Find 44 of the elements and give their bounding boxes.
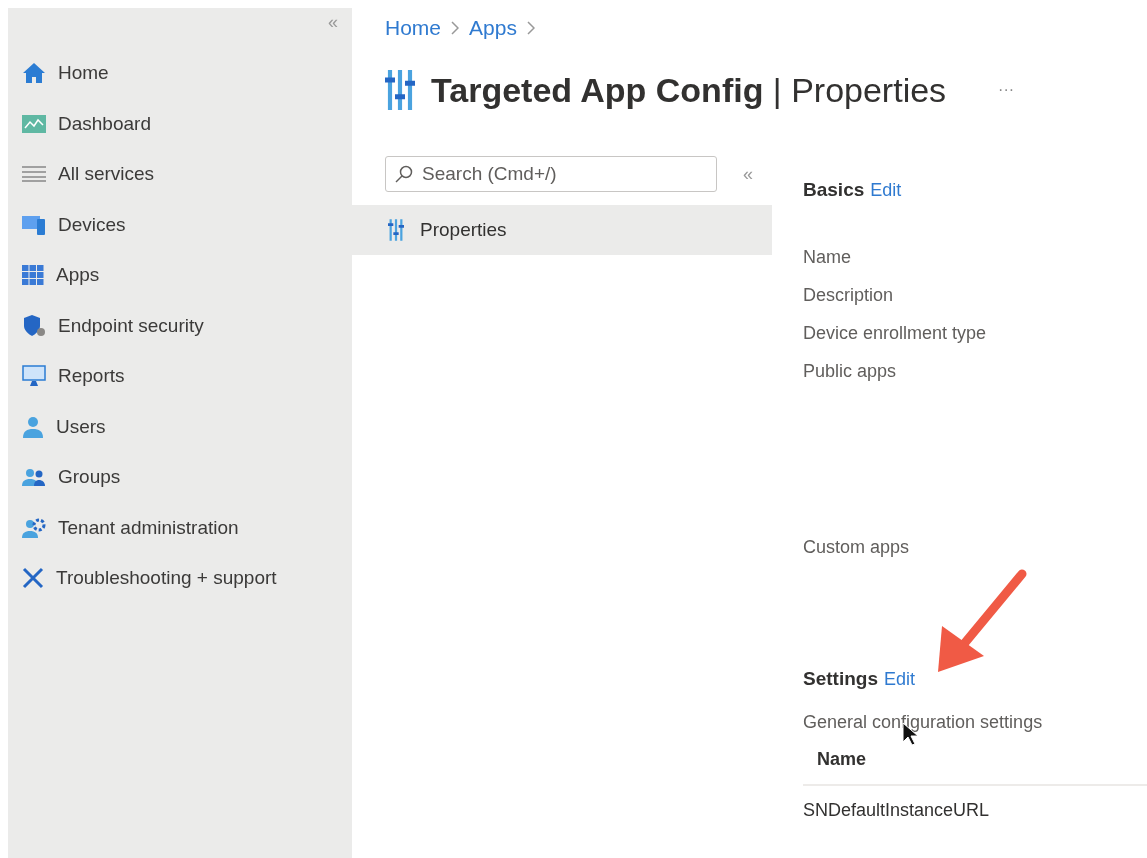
home-icon — [22, 62, 46, 85]
menu-item[interactable]: Properties — [352, 205, 772, 255]
apps-grid-icon — [22, 265, 44, 286]
devices-icon — [22, 214, 46, 235]
section-heading: Basics — [803, 179, 865, 201]
field-label: Custom apps — [803, 537, 911, 558]
group-icon — [22, 467, 46, 488]
page-title: Targeted App Config | Properties — [431, 70, 947, 110]
search-icon — [395, 165, 413, 183]
field-label: Device enrollment type — [803, 323, 988, 345]
sidebar-item[interactable]: Dashboard — [22, 98, 151, 149]
sidebar-item[interactable]: Groups — [22, 452, 121, 503]
monitor-icon — [22, 365, 46, 388]
sidebar-item[interactable]: All services — [22, 149, 155, 200]
sliders-icon — [385, 70, 415, 110]
gear-person-icon — [22, 516, 46, 539]
search-field[interactable]: Search (Cmd+/) — [385, 156, 717, 192]
field-label: Public apps — [803, 361, 898, 383]
sidebar-item[interactable]: Home — [22, 48, 109, 99]
more-button[interactable]: ··· — [992, 80, 1021, 100]
edit-link[interactable]: Edit — [883, 669, 915, 690]
sidebar-item[interactable]: Endpoint security — [22, 300, 204, 351]
sidebar-item[interactable]: Devices — [22, 199, 126, 250]
sliders-icon — [388, 219, 404, 241]
list-icon — [22, 166, 46, 183]
chevron-icon — [451, 21, 460, 35]
subheading: General configuration settings — [803, 712, 1044, 733]
breadcrumb-link[interactable]: Apps — [469, 16, 517, 40]
sidebar-item[interactable]: Apps — [22, 250, 100, 301]
breadcrumb-link[interactable]: Home — [385, 16, 442, 40]
shield-icon — [22, 314, 46, 337]
sidebar-item[interactable]: Troubleshooting + support — [22, 553, 277, 604]
sidebar-item[interactable]: Users — [22, 401, 106, 452]
table-cell-text: SNDefaultInstanceURL — [803, 799, 991, 821]
field-label: Description — [803, 285, 895, 307]
field-label: Name — [803, 247, 852, 269]
tools-icon — [22, 567, 44, 590]
sidebar-item[interactable]: Tenant administration — [22, 502, 239, 553]
edit-link[interactable]: Edit — [870, 180, 902, 201]
dashboard-icon — [22, 114, 46, 133]
user-icon — [22, 415, 44, 438]
sidebar-item[interactable]: Reports — [22, 351, 125, 402]
section-heading: Settings — [803, 668, 878, 690]
chevron-icon — [526, 21, 535, 35]
